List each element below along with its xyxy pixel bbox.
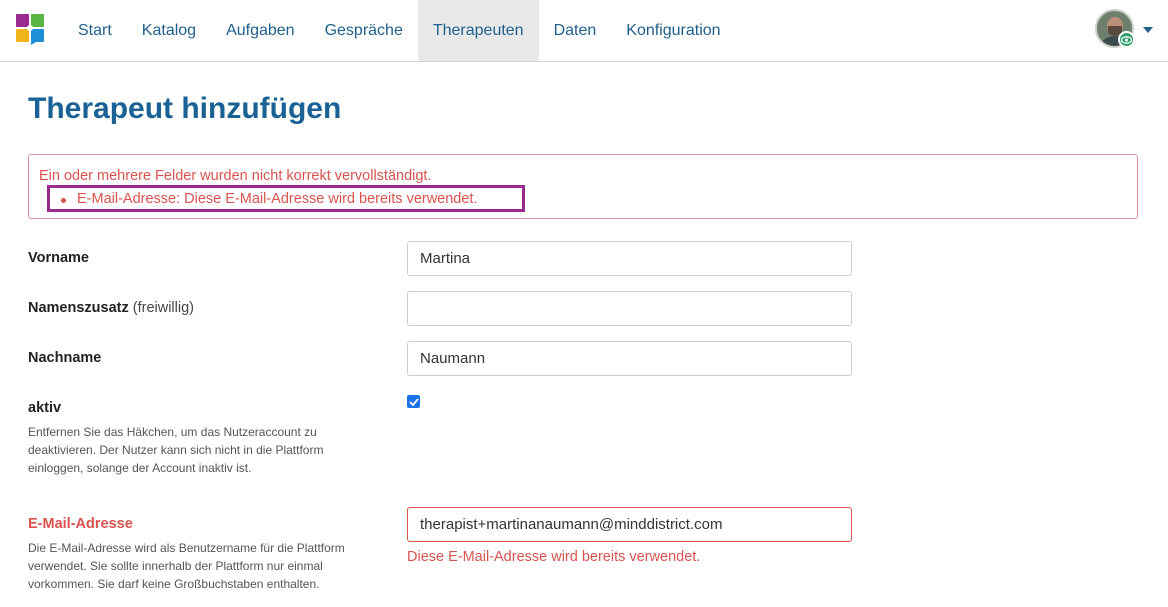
checkmark-icon: [408, 397, 419, 406]
nav-item-konfiguration[interactable]: Konfiguration: [611, 0, 735, 61]
eye-icon: [1118, 31, 1135, 48]
nav-item-therapeuten[interactable]: Therapeuten: [417, 0, 539, 61]
name-suffix-label: Namenszusatz (freiwillig): [28, 300, 194, 316]
optional-hint: (freiwillig): [132, 300, 194, 316]
nav-item-katalog[interactable]: Katalog: [127, 0, 211, 61]
active-label: aktiv: [28, 400, 62, 416]
active-help-text: Entfernen Sie das Häkchen, um das Nutzer…: [28, 425, 324, 475]
nav-item-daten[interactable]: Daten: [539, 0, 612, 61]
active-checkbox[interactable]: [407, 395, 420, 408]
firstname-label: Vorname: [28, 250, 89, 266]
email-error-message: Diese E-Mail-Adresse wird bereits verwen…: [407, 549, 701, 565]
top-navigation: Start Katalog Aufgaben Gespräche Therape…: [0, 0, 1168, 62]
error-item-highlight: E-Mail-Adresse: Diese E-Mail-Adresse wir…: [47, 185, 525, 212]
email-help-text: Die E-Mail-Adresse wird als Benutzername…: [28, 541, 345, 591]
firstname-input[interactable]: [407, 241, 852, 276]
email-label: E-Mail-Adresse: [28, 516, 133, 532]
nav-item-gespraeche[interactable]: Gespräche: [310, 0, 418, 61]
error-item-email: E-Mail-Adresse: Diese E-Mail-Adresse wir…: [77, 191, 478, 207]
name-suffix-label-text: Namenszusatz: [28, 300, 129, 316]
lastname-input[interactable]: [407, 341, 852, 376]
bullet-icon: [61, 198, 66, 203]
email-input[interactable]: [407, 507, 852, 542]
error-message-box: Ein oder mehrere Felder wurden nicht kor…: [28, 154, 1138, 219]
app-logo[interactable]: [15, 13, 45, 45]
main-menu: Start Katalog Aufgaben Gespräche Therape…: [63, 0, 736, 61]
chevron-down-icon[interactable]: [1143, 27, 1153, 33]
lastname-label: Nachname: [28, 350, 102, 366]
nav-item-start[interactable]: Start: [63, 0, 127, 61]
error-summary: Ein oder mehrere Felder wurden nicht kor…: [39, 168, 432, 184]
nav-item-aufgaben[interactable]: Aufgaben: [211, 0, 310, 61]
page-title: Therapeut hinzufügen: [28, 92, 342, 125]
name-suffix-input[interactable]: [407, 291, 852, 326]
